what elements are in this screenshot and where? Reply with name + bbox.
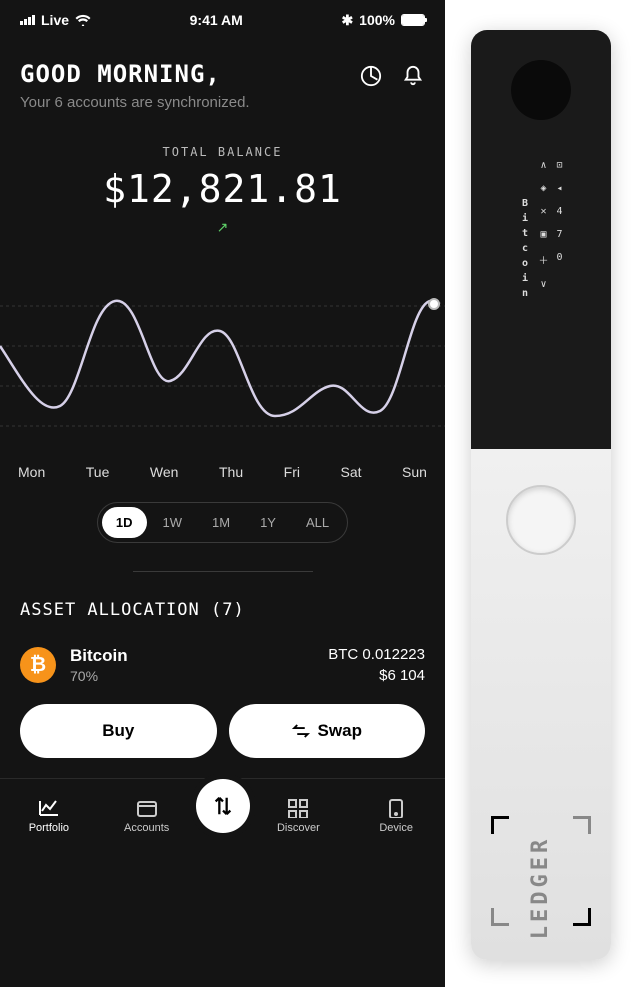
asset-allocation-section: ASSET ALLOCATION (7) ₿ Bitcoin 70% BTC 0… [0,600,445,684]
mobile-app-screen: Live 9:41 AM ✱ 100% GOOD MORNING, Your 6… [0,0,445,987]
asset-row-bitcoin[interactable]: ₿ Bitcoin 70% BTC 0.012223 $6 104 [20,646,425,684]
device-main-button[interactable] [506,485,576,555]
grid-icon [286,798,310,818]
status-left: Live [20,12,91,28]
x-label: Wen [150,464,179,480]
wifi-icon [75,14,91,26]
signal-icon [20,15,35,25]
x-label: Sat [341,464,362,480]
allocation-title: ASSET ALLOCATION (7) [20,600,425,620]
swap-button[interactable]: Swap [229,704,426,758]
x-label: Fri [284,464,300,480]
nav-discover[interactable]: Discover [250,798,348,834]
device-top: Bitcoin ∧ ◈✕▣＋ ∨ ⊡◂470 [471,30,611,449]
chart-line-icon [37,798,61,818]
asset-fiat: $6 104 [328,667,425,684]
chevron-up-icon: ∧ [540,160,546,171]
battery-pct: 100% [359,12,395,28]
nav-transfer-button[interactable] [196,779,250,833]
x-label: Sun [402,464,427,480]
device-icon [384,798,408,818]
nav-label: Discover [277,822,320,834]
balance-amount: $12,821.81 [0,167,445,211]
range-1y[interactable]: 1Y [246,507,290,538]
header: GOOD MORNING, Your 6 accounts are synchr… [0,40,445,121]
chevron-down-icon: ∨ [540,279,546,290]
bottom-nav: Portfolio Accounts Discover Device [0,778,445,852]
pie-chart-icon[interactable] [359,64,383,88]
clock: 9:41 AM [190,12,243,28]
nav-portfolio[interactable]: Portfolio [0,798,98,834]
nav-label: Device [379,822,413,834]
asset-pct: 70% [70,668,328,684]
action-buttons: Buy Swap [0,684,445,778]
range-1w[interactable]: 1W [149,507,197,538]
balance-chart[interactable] [0,276,445,446]
range-1d[interactable]: 1D [102,507,147,538]
x-label: Tue [86,464,110,480]
trend-up-icon: ↗ [0,219,445,236]
bell-icon[interactable] [401,64,425,88]
balance-label: TOTAL BALANCE [0,145,445,159]
nav-device[interactable]: Device [347,798,445,834]
nav-accounts[interactable]: Accounts [98,798,196,834]
range-1m[interactable]: 1M [198,507,244,538]
device-bottom: LEDGER [471,449,611,961]
x-label: Thu [219,464,243,480]
chart-x-labels: Mon Tue Wen Thu Fri Sat Sun [0,446,445,480]
battery-icon [401,14,425,26]
greeting-title: GOOD MORNING, [20,60,250,88]
bluetooth-icon: ✱ [341,12,353,29]
bitcoin-icon: ₿ [20,647,56,683]
sync-subtitle: Your 6 accounts are synchronized. [20,94,250,111]
status-bar: Live 9:41 AM ✱ 100% [0,0,445,40]
x-label: Mon [18,464,45,480]
asset-amount: BTC 0.012223 [328,646,425,663]
wallet-icon [135,798,159,818]
swap-icon [292,722,310,740]
nav-label: Portfolio [29,822,69,834]
brand-label: LEDGER [528,836,553,939]
status-right: ✱ 100% [341,12,425,29]
buy-button[interactable]: Buy [20,704,217,758]
device-top-button [511,60,571,120]
asset-name: Bitcoin [70,646,328,666]
hardware-wallet: Bitcoin ∧ ◈✕▣＋ ∨ ⊡◂470 LEDGER [471,30,611,960]
carrier-label: Live [41,12,69,28]
range-all[interactable]: ALL [292,507,343,538]
time-range-selector: 1D 1W 1M 1Y ALL [97,502,348,543]
device-screen: Bitcoin ∧ ◈✕▣＋ ∨ ⊡◂470 [501,160,581,340]
balance-section: TOTAL BALANCE $12,821.81 ↗ [0,145,445,236]
device-screen-label: Bitcoin [519,160,530,340]
nav-label: Accounts [124,822,169,834]
divider [133,571,313,572]
transfer-icon [212,795,234,817]
swap-label: Swap [318,721,362,741]
